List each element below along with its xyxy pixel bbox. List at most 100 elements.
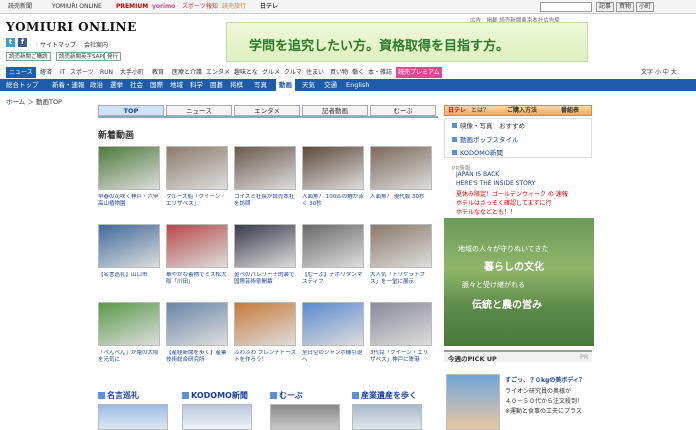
sapix-button[interactable]: 読売新聞英字SAPIX — [56, 52, 112, 61]
nav2-item[interactable]: 写真 — [254, 79, 267, 91]
side-ad-banner[interactable]: 地域の人々が守りぬいてきた 暮らしの文化 脈々と受け継がれる 伝統と農の営み — [444, 218, 594, 346]
nav-item[interactable]: 医療と介護 — [172, 67, 202, 78]
nav2-item[interactable]: 囲碁 — [210, 79, 223, 91]
video-caption[interactable]: 華やかな着物でミス松大阪「川田」 — [166, 272, 228, 286]
side-link[interactable]: 動画ポップスタイル — [452, 134, 519, 144]
nav-item[interactable]: 経済 — [40, 67, 52, 78]
nav-item[interactable]: グルメ — [262, 67, 280, 78]
nav-item[interactable]: 趣味とな — [234, 67, 258, 78]
nav2-item[interactable]: 科学 — [190, 79, 203, 91]
topbar-search-input[interactable] — [540, 2, 592, 12]
topbar-link[interactable]: スポーツ報知 — [180, 2, 220, 12]
video-thumbnail[interactable] — [166, 302, 228, 346]
font-small-button[interactable]: 小 — [655, 69, 661, 76]
nav-item[interactable]: IT — [60, 67, 65, 78]
pr-line[interactable]: ホテルななどとも！！ — [456, 207, 516, 216]
nav2-item[interactable]: 天気 — [302, 79, 315, 91]
video-thumbnail[interactable] — [234, 302, 296, 346]
side-link[interactable]: 映像・写真 おすすめ — [452, 120, 525, 130]
topbar-link[interactable]: yorimo — [150, 2, 177, 12]
pickup-line[interactable]: すごっ、７０kgの美ボディ？ — [505, 375, 585, 384]
video-caption[interactable]: 大人気「トリケラトプス」を一堂に展示 — [370, 272, 432, 286]
ntv-about[interactable]: とは？ — [471, 106, 489, 116]
nav2-item[interactable]: 地域 — [170, 79, 183, 91]
nav2-item[interactable]: 新着・速報 — [52, 79, 85, 91]
video-thumbnail[interactable] — [166, 146, 228, 190]
nav-item[interactable]: RUN — [100, 67, 113, 78]
video-item[interactable]: 早春の花咲く神戸・六甲高山植物園 — [98, 146, 160, 208]
tab-entame[interactable]: エンタメ — [234, 105, 300, 116]
topbar-link[interactable]: YOMIURI ONLINE — [50, 2, 104, 12]
topbar-link[interactable]: 読売新聞 — [6, 2, 34, 12]
font-medium-button[interactable]: 中 — [663, 69, 669, 76]
pr-line[interactable]: ホテルはさっそく確認してますに行 — [456, 198, 552, 207]
video-caption[interactable]: 全日空のジャンボ機引退へ — [302, 350, 364, 364]
video-item[interactable]: 金ペのバレリーナ的装で国際芸術祭開幕 — [234, 224, 296, 286]
nav-item[interactable]: クルマ — [284, 67, 302, 78]
video-thumbnail[interactable] — [98, 302, 160, 346]
topbar-komachi-button[interactable]: 小町 — [636, 2, 655, 12]
video-caption[interactable]: 「ぺんぺん」が電の大阪を元気に — [98, 350, 160, 364]
nav2-item[interactable]: 政治 — [90, 79, 103, 91]
pr-line[interactable]: HERE'S THE INSIDE STORY — [456, 180, 535, 187]
nav-item[interactable]: 大手小町 — [120, 67, 144, 78]
site-logo[interactable]: YOMIURI ONLINE — [6, 20, 137, 34]
nav-item[interactable]: 働く — [352, 67, 364, 78]
video-thumbnail[interactable] — [234, 224, 296, 268]
video-item[interactable]: ふわふわ フレンチトーストを作ろう！ — [234, 302, 296, 364]
bottom-section-title[interactable]: 名言巡礼 — [98, 390, 139, 401]
tab-news[interactable]: ニュース — [166, 105, 232, 116]
video-caption[interactable]: ふわふわ フレンチトーストを作ろう！ — [234, 350, 296, 364]
video-thumbnail[interactable] — [302, 146, 364, 190]
nav-item[interactable]: スポーツ — [70, 67, 94, 78]
nav2-item[interactable]: 国際 — [150, 79, 163, 91]
video-thumbnail[interactable] — [370, 224, 432, 268]
video-caption[interactable]: コイズミ社長が読売本社を訪問 — [234, 194, 296, 208]
ntv-logo[interactable]: 日テレ — [448, 106, 466, 116]
font-large-button[interactable]: 大 — [671, 69, 677, 76]
video-caption[interactable]: 人面魚？ 現代版 30秒 — [370, 194, 432, 208]
video-thumbnail[interactable] — [302, 224, 364, 268]
tab-reporter[interactable]: 記者動画 — [302, 105, 368, 116]
nav2-item[interactable]: 社会 — [130, 79, 143, 91]
video-thumbnail[interactable] — [370, 302, 432, 346]
company-link[interactable]: 会社案内 — [84, 42, 108, 49]
bottom-thumbnail[interactable] — [182, 404, 252, 430]
video-thumbnail[interactable] — [302, 302, 364, 346]
video-item[interactable]: 人面魚？ 100匹の鯉が泳ぐ 30秒 — [302, 146, 364, 208]
nav-item[interactable]: 買い物 — [330, 67, 348, 78]
bottom-section-title[interactable]: KODOMO新聞 — [182, 390, 248, 401]
tab-move[interactable]: むーぶ — [370, 105, 436, 116]
nav2-item[interactable]: 選挙 — [110, 79, 123, 91]
pr-line[interactable]: JAPAN IS BACK — [456, 171, 499, 178]
video-item[interactable]: 【むーぶ】ナポリタンマスティフ — [302, 224, 364, 286]
side-link[interactable]: KODOMO新聞 — [452, 147, 503, 157]
video-caption[interactable]: 【むーぶ】ナポリタンマスティフ — [302, 272, 364, 286]
topbar-article-button[interactable]: 記事 — [596, 2, 615, 12]
pr-line[interactable]: 夏休み限定！ゴールデンウィーク の 速報 — [456, 189, 568, 198]
video-item[interactable]: 3代目「クイーン・エリザベス」神戸に寄港 — [370, 302, 432, 364]
sitemap-link[interactable]: サイトマップ — [40, 42, 76, 49]
video-thumbnail[interactable] — [370, 146, 432, 190]
twitter-icon[interactable]: t — [6, 38, 15, 47]
bottom-thumbnail[interactable] — [98, 404, 168, 430]
topbar-link[interactable]: PREMIUM — [114, 2, 150, 12]
video-caption[interactable]: 【産経新聞を歩く】産業技術総合研究所 — [166, 350, 228, 364]
topbar-link[interactable]: 読売旅行 — [220, 2, 248, 12]
video-item[interactable]: 全日空のジャンボ機引退へ — [302, 302, 364, 364]
nav2-item[interactable]: English — [346, 79, 369, 91]
video-caption[interactable]: クルーズ船「クイーン・エリザベス」 — [166, 194, 228, 208]
bottom-section-title[interactable]: むーぶ — [270, 390, 303, 401]
video-caption[interactable]: 3代目「クイーン・エリザベス」神戸に寄港 — [370, 350, 432, 364]
video-item[interactable]: 【名言巡礼】山口市 — [98, 224, 160, 286]
video-caption[interactable]: 早春の花咲く神戸・六甲高山植物園 — [98, 194, 160, 208]
program-guide-link[interactable]: 番組表 — [561, 106, 579, 116]
bottom-section-title[interactable]: 産業遺産を歩く — [352, 390, 417, 401]
tab-top[interactable]: TOP — [98, 105, 164, 116]
video-thumbnail[interactable] — [234, 146, 296, 190]
video-caption[interactable]: 【名言巡礼】山口市 — [98, 272, 160, 286]
video-item[interactable]: コイズミ社長が読売本社を訪問 — [234, 146, 296, 208]
nav-item[interactable]: 本・雑誌 — [368, 67, 392, 78]
facebook-icon[interactable]: f — [18, 38, 27, 47]
video-caption[interactable]: 金ペのバレリーナ的装で国際芸術祭開幕 — [234, 272, 296, 286]
